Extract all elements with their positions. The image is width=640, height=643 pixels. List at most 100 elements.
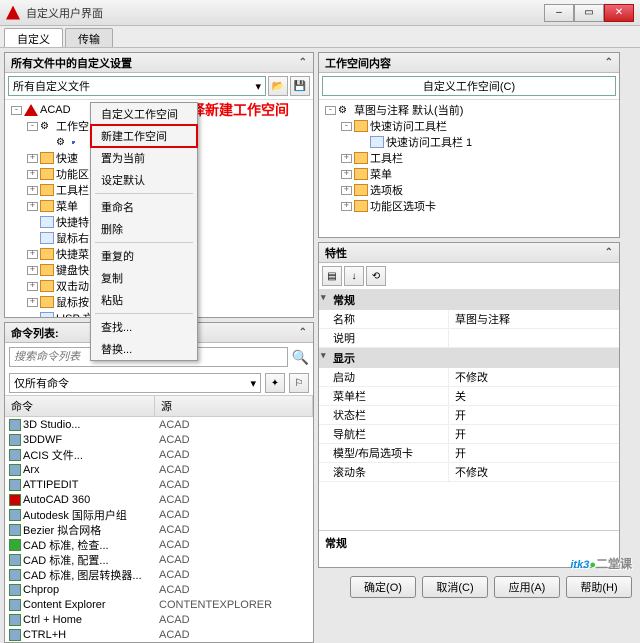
customization-files-dropdown[interactable]: 所有自定义文件 ▾: [8, 76, 266, 96]
collapse-icon[interactable]: ⌃: [605, 247, 613, 258]
new-command-button[interactable]: ✦: [265, 373, 285, 393]
apply-button[interactable]: 应用(A): [494, 576, 560, 598]
maximize-button[interactable]: ▭: [574, 4, 604, 22]
sort-button[interactable]: ↓: [344, 266, 364, 286]
minimize-button[interactable]: –: [544, 4, 574, 22]
tree-node[interactable]: +功能区选项卡: [321, 198, 617, 214]
table-row[interactable]: Autodesk 国际用户组ACAD: [5, 507, 313, 522]
prop-model-value[interactable]: 开: [449, 444, 619, 462]
help-button[interactable]: 帮助(H): [566, 576, 632, 598]
expander-icon[interactable]: +: [27, 298, 38, 307]
prop-model-key: 模型/布局选项卡: [319, 444, 449, 462]
panel-properties-title: 特性: [325, 245, 347, 261]
tab-transfer[interactable]: 传输: [65, 28, 113, 47]
col-command[interactable]: 命令: [5, 396, 155, 416]
prop-nav-value[interactable]: 开: [449, 425, 619, 443]
filter-dropdown[interactable]: 仅所有命令 ▾: [9, 373, 261, 393]
menu-item-新建工作空间[interactable]: 新建工作空间: [90, 124, 198, 148]
close-button[interactable]: ✕: [604, 4, 634, 22]
expander-icon[interactable]: +: [27, 186, 38, 195]
prop-status-value[interactable]: 开: [449, 406, 619, 424]
app-icon: [24, 104, 38, 116]
ok-button[interactable]: 确定(O): [350, 576, 416, 598]
expander-icon[interactable]: -: [341, 122, 352, 131]
table-row[interactable]: CTRL+HACAD: [5, 627, 313, 642]
prop-name-value[interactable]: 草图与注释: [449, 310, 619, 328]
tree-node[interactable]: -快速访问工具栏: [321, 118, 617, 134]
prop-scroll-value[interactable]: 不修改: [449, 463, 619, 481]
table-row[interactable]: ArxACAD: [5, 462, 313, 477]
workspace-tree[interactable]: -草图与注释 默认(当前)-快速访问工具栏快速访问工具栏 1+工具栏+菜单+选项…: [319, 100, 619, 237]
folder-icon: [354, 152, 368, 164]
categorize-button[interactable]: ▤: [322, 266, 342, 286]
expander-icon[interactable]: +: [27, 154, 38, 163]
prop-category-display[interactable]: 显示: [319, 348, 619, 368]
col-source[interactable]: 源: [155, 396, 313, 416]
menu-item-复制[interactable]: 复制: [91, 267, 197, 289]
table-row[interactable]: ChpropACAD: [5, 582, 313, 597]
command-table[interactable]: 命令 源 3D Studio...ACAD3DDWFACADACIS 文件...…: [5, 395, 313, 642]
menu-item-重复的[interactable]: 重复的: [91, 245, 197, 267]
expander-icon[interactable]: +: [27, 202, 38, 211]
property-grid[interactable]: 常规 名称草图与注释 说明 显示 启动不修改 菜单栏关 状态栏开 导航栏开 模型…: [319, 290, 619, 530]
table-row[interactable]: CAD 标准, 检查...ACAD: [5, 537, 313, 552]
prop-status-key: 状态栏: [319, 406, 449, 424]
table-row[interactable]: ATTIPEDITACAD: [5, 477, 313, 492]
cancel-button[interactable]: 取消(C): [422, 576, 488, 598]
search-icon[interactable]: 🔍: [292, 349, 309, 366]
customize-workspace-button[interactable]: 自定义工作空间(C): [322, 76, 616, 96]
expander-icon[interactable]: +: [341, 170, 352, 179]
expander-icon[interactable]: +: [341, 186, 352, 195]
table-row[interactable]: ACIS 文件...ACAD: [5, 447, 313, 462]
menu-item-置为当前[interactable]: 置为当前: [91, 147, 197, 169]
table-row[interactable]: CAD 标准, 图层转换器...ACAD: [5, 567, 313, 582]
menu-item-自定义工作空间[interactable]: 自定义工作空间: [91, 103, 197, 125]
prop-category-general[interactable]: 常规: [319, 290, 619, 310]
expander-icon[interactable]: +: [341, 154, 352, 163]
collapse-icon[interactable]: ⌃: [299, 57, 307, 68]
tree-node[interactable]: 快速访问工具栏 1: [321, 134, 617, 150]
expander-icon[interactable]: -: [325, 106, 336, 115]
expander-icon[interactable]: +: [27, 282, 38, 291]
table-row[interactable]: 3D Studio...ACAD: [5, 417, 313, 432]
tree-node[interactable]: -草图与注释 默认(当前): [321, 102, 617, 118]
locate-button[interactable]: ⚐: [289, 373, 309, 393]
node-label: 菜单: [56, 198, 78, 214]
context-menu: 自定义工作空间新建工作空间置为当前设定默认重命名删除重复的复制粘贴查找...替换…: [90, 102, 198, 361]
prop-start-value[interactable]: 不修改: [449, 368, 619, 386]
table-row[interactable]: Ctrl + HomeACAD: [5, 612, 313, 627]
table-row[interactable]: 3DDWFACAD: [5, 432, 313, 447]
expander-icon[interactable]: -: [27, 122, 38, 131]
reset-button[interactable]: ⟲: [366, 266, 386, 286]
menu-item-设定默认[interactable]: 设定默认: [91, 169, 197, 191]
tree-node[interactable]: +菜单: [321, 166, 617, 182]
collapse-icon[interactable]: ⌃: [605, 57, 613, 68]
tree-node[interactable]: +选项板: [321, 182, 617, 198]
table-row[interactable]: Content ExplorerCONTENTEXPLORER: [5, 597, 313, 612]
table-row[interactable]: Bezier 拟合网格ACAD: [5, 522, 313, 537]
menu-item-粘贴[interactable]: 粘贴: [91, 289, 197, 311]
table-row[interactable]: AutoCAD 360ACAD: [5, 492, 313, 507]
prop-desc-value[interactable]: [449, 329, 619, 347]
expander-icon[interactable]: +: [27, 250, 38, 259]
menu-item-查找...[interactable]: 查找...: [91, 316, 197, 338]
menu-item-删除[interactable]: 删除: [91, 218, 197, 240]
menu-item-替换...[interactable]: 替换...: [91, 338, 197, 360]
folder-icon: [40, 152, 54, 164]
expander-icon[interactable]: +: [27, 266, 38, 275]
expander-icon[interactable]: +: [27, 170, 38, 179]
table-row[interactable]: CAD 标准, 配置...ACAD: [5, 552, 313, 567]
command-source: ACAD: [155, 509, 313, 521]
prop-name-key: 名称: [319, 310, 449, 328]
menu-item-重命名[interactable]: 重命名: [91, 196, 197, 218]
folder-icon: [40, 296, 54, 308]
tab-customize[interactable]: 自定义: [4, 28, 63, 47]
save-button[interactable]: 💾: [290, 76, 310, 96]
collapse-icon[interactable]: ⌃: [299, 327, 307, 338]
doc-icon: [370, 136, 384, 148]
expander-icon[interactable]: +: [341, 202, 352, 211]
prop-menu-value[interactable]: 关: [449, 387, 619, 405]
tree-node[interactable]: +工具栏: [321, 150, 617, 166]
open-file-button[interactable]: 📂: [268, 76, 288, 96]
expander-icon[interactable]: -: [11, 106, 22, 115]
